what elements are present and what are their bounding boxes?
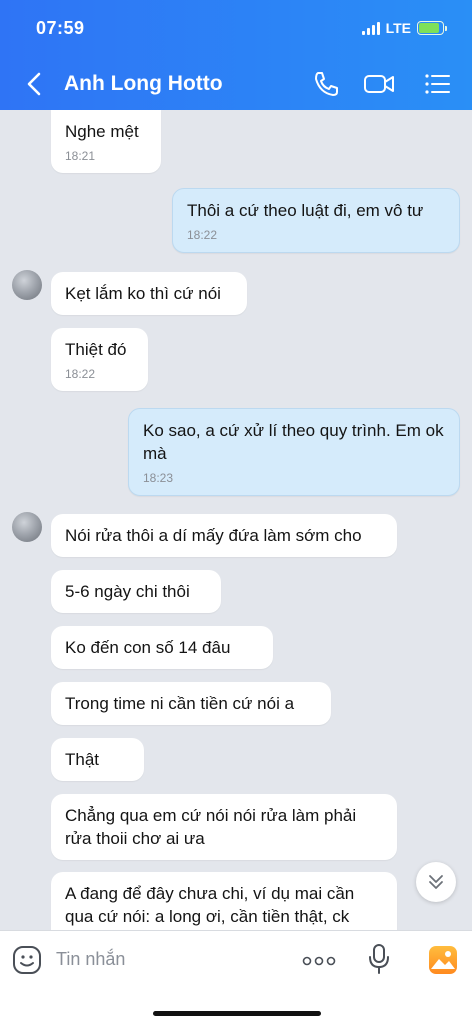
video-call-icon[interactable] <box>362 68 396 100</box>
message-text: 5-6 ngày chi thôi <box>65 582 190 601</box>
contact-name[interactable]: Anh Long Hotto <box>64 72 223 96</box>
back-icon[interactable] <box>22 69 48 99</box>
message-bubble[interactable]: 5-6 ngày chi thôi <box>51 570 221 613</box>
message-input-bar: Tin nhắn <box>0 930 472 1024</box>
nav-bar: Anh Long Hotto <box>0 62 472 106</box>
message-text: Thôi a cứ theo luật đi, em vô tư <box>187 201 424 220</box>
more-icon[interactable] <box>302 955 336 967</box>
message-time: 18:21 <box>65 149 96 163</box>
status-bar: 07:59 LTE <box>0 16 472 44</box>
contact-avatar[interactable] <box>12 270 42 300</box>
message-text: Chẳng qua em cứ nói nói rửa làm phải rửa… <box>65 806 357 848</box>
signal-icon <box>361 21 380 35</box>
message-input[interactable]: Tin nhắn <box>56 949 125 970</box>
message-list[interactable]: Nghe mệt 18:21 Thôi a cứ theo luật đi, e… <box>0 110 472 930</box>
message-bubble[interactable]: Nghe mệt 18:21 <box>51 110 161 173</box>
message-time: 18:23 <box>143 471 174 485</box>
message-bubble[interactable]: Thật <box>51 738 144 781</box>
gallery-icon[interactable] <box>428 945 458 975</box>
message-bubble[interactable]: Thiệt đó 18:22 <box>51 328 148 391</box>
message-bubble[interactable]: Kẹt lắm ko thì cứ nói <box>51 272 247 315</box>
battery-icon <box>417 21 447 35</box>
message-time: 18:22 <box>187 228 218 242</box>
home-indicator <box>153 1011 321 1016</box>
contact-avatar[interactable] <box>12 512 42 542</box>
battery-level <box>419 23 439 33</box>
message-text: Nói rửa thôi a dí mấy đứa làm sớm cho <box>65 526 362 545</box>
message-text: Kẹt lắm ko thì cứ nói <box>65 284 221 303</box>
scroll-down-button[interactable] <box>416 862 456 902</box>
phone-icon[interactable] <box>309 68 343 100</box>
message-bubble[interactable]: Nói rửa thôi a dí mấy đứa làm sớm cho <box>51 514 397 557</box>
microphone-icon[interactable] <box>368 943 390 975</box>
message-time: 18:22 <box>65 367 96 381</box>
chat-header: 07:59 LTE Anh Long Hotto <box>0 0 472 110</box>
network-label: LTE <box>385 20 411 36</box>
message-text: A đang để đây chưa chi, ví dụ mai cần qu… <box>65 884 355 926</box>
message-text: Nghe mệt <box>65 122 139 141</box>
message-bubble[interactable]: Chẳng qua em cứ nói nói rửa làm phải rửa… <box>51 794 397 860</box>
status-indicators: LTE <box>361 20 447 36</box>
message-text: Ko đến con số 14 đâu <box>65 638 231 657</box>
message-bubble[interactable]: A đang để đây chưa chi, ví dụ mai cần qu… <box>51 872 397 930</box>
message-text: Thật <box>65 750 100 769</box>
message-text: Ko sao, a cứ xử lí theo quy trình. Em ok… <box>143 421 444 463</box>
emoji-icon[interactable] <box>12 945 42 975</box>
message-text: Trong time ni cần tiền cứ nói a <box>65 694 295 713</box>
message-bubble[interactable]: Ko sao, a cứ xử lí theo quy trình. Em ok… <box>128 408 460 496</box>
message-bubble[interactable]: Thôi a cứ theo luật đi, em vô tư 18:22 <box>172 188 460 253</box>
message-bubble[interactable]: Ko đến con số 14 đâu <box>51 626 273 669</box>
menu-icon[interactable] <box>420 68 454 100</box>
status-time: 07:59 <box>36 18 85 38</box>
message-bubble[interactable]: Trong time ni cần tiền cứ nói a <box>51 682 331 725</box>
message-text: Thiệt đó <box>65 340 127 359</box>
